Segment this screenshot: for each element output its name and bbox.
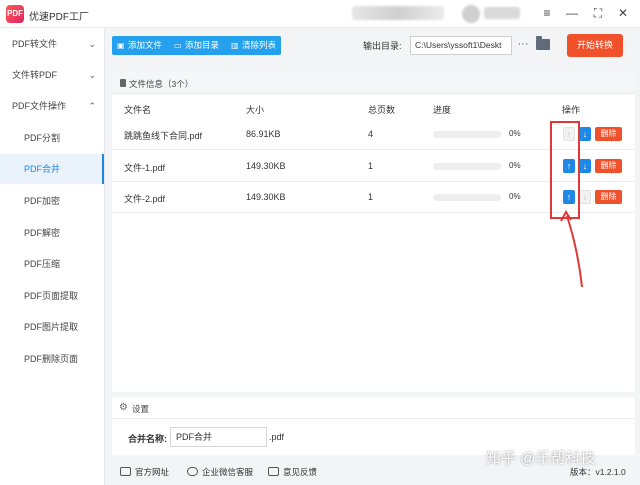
- website-label: 官方网址: [135, 467, 170, 477]
- monitor-icon: [120, 467, 131, 476]
- settings-title: 设置: [132, 404, 150, 414]
- settings-header: ⚙ 设置: [112, 397, 635, 419]
- merge-name-extension: .pdf: [269, 432, 285, 442]
- website-link[interactable]: 官方网址: [120, 466, 169, 478]
- feedback-icon: [268, 467, 279, 476]
- feedback-label: 意见反馈: [283, 467, 318, 477]
- merge-name-input[interactable]: PDF合并: [170, 427, 267, 447]
- wechat-support-link[interactable]: 企业微信客服: [187, 466, 253, 478]
- gear-icon: ⚙: [119, 402, 128, 413]
- wechat-support-label: 企业微信客服: [202, 467, 254, 477]
- merge-name-label: 合并名称:: [128, 434, 167, 444]
- headset-icon: [187, 467, 198, 476]
- watermark: 知乎 @乐帮科技: [486, 450, 596, 467]
- feedback-link[interactable]: 意见反馈: [268, 466, 317, 478]
